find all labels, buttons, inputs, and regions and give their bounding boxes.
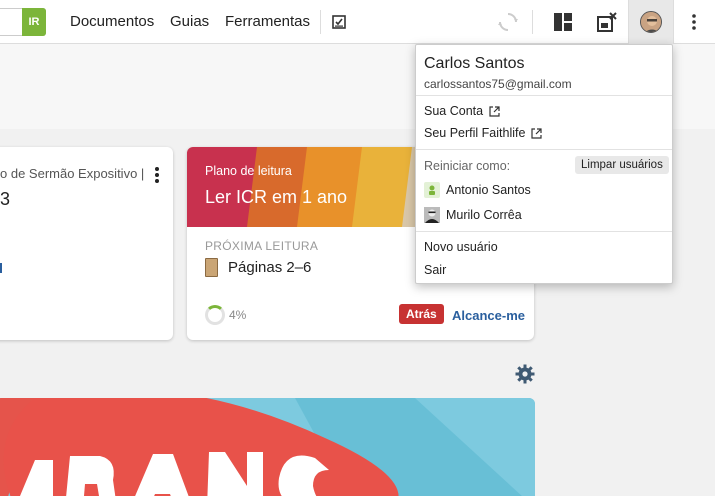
next-reading-label: PRÓXIMA LEITURA — [205, 239, 319, 253]
switch-user-label: Reiniciar como: — [424, 159, 511, 173]
catch-up-link[interactable]: Alcance-me — [452, 308, 525, 323]
behind-badge: Atrás — [399, 304, 444, 324]
user-dropdown-menu: Carlos Santos carlossantos75@gmail.com S… — [415, 44, 673, 284]
more-options-icon[interactable] — [155, 167, 159, 171]
switch-user-name: Murilo Corrêa — [446, 208, 522, 222]
left-card-link[interactable] — [0, 263, 2, 273]
menu-account-label: Sua Conta — [424, 104, 484, 118]
switch-user-name: Antonio Santos — [446, 183, 531, 197]
user-menu-button[interactable] — [628, 0, 674, 44]
menu-divider — [416, 149, 672, 150]
menu-user-name: Carlos Santos — [424, 55, 525, 72]
plan-title[interactable]: Ler ICR em 1 ano — [205, 187, 347, 208]
new-user-item[interactable]: Novo usuário — [424, 240, 498, 254]
external-link-icon — [531, 127, 543, 139]
logout-item[interactable]: Sair — [424, 263, 446, 277]
next-reading-pages[interactable]: Páginas 2–6 — [228, 259, 311, 276]
switch-user-item[interactable]: Murilo Corrêa — [424, 207, 522, 223]
settings-gear-icon[interactable] — [515, 364, 535, 389]
nav-ferramentas[interactable]: Ferramentas — [225, 13, 310, 30]
switch-user-item[interactable]: Antonio Santos — [424, 182, 531, 198]
plan-label: Plano de leitura — [205, 164, 292, 178]
menu-profile-link[interactable]: Seu Perfil Faithlife — [424, 126, 543, 140]
nav-guias[interactable]: Guias — [170, 13, 209, 30]
nav-documentos[interactable]: Documentos — [70, 13, 154, 30]
reading-plan-card-left[interactable]: o de Sermão Expositivo | Je 3 — [0, 147, 173, 340]
checklist-icon[interactable] — [330, 13, 348, 31]
featured-art-card[interactable] — [0, 398, 535, 496]
go-button[interactable]: IR — [22, 8, 46, 36]
progress-ring — [205, 305, 225, 325]
more-vert-icon[interactable] — [686, 12, 702, 32]
menu-user-email: carlossantos75@gmail.com — [424, 77, 572, 91]
card-title: o de Sermão Expositivo | Je — [0, 166, 146, 181]
top-bar: IR Documentos Guias Ferramentas — [0, 0, 715, 44]
layout-icon[interactable] — [553, 12, 573, 32]
sync-icon[interactable] — [497, 11, 519, 33]
popout-icon[interactable] — [596, 11, 618, 33]
menu-account-link[interactable]: Sua Conta — [424, 104, 500, 118]
card-count: 3 — [0, 189, 11, 209]
nav-divider — [320, 10, 321, 34]
progress-percent: 4% — [229, 308, 247, 322]
user-avatar-icon — [424, 182, 440, 198]
external-link-icon — [489, 105, 500, 117]
menu-divider — [416, 231, 672, 232]
user-avatar-icon — [424, 207, 440, 223]
user-avatar — [640, 11, 662, 33]
clear-users-button[interactable]: Limpar usuários — [575, 156, 669, 174]
book-icon — [205, 258, 218, 277]
nav-divider-2 — [532, 10, 533, 34]
menu-divider — [416, 95, 672, 96]
menu-profile-label: Seu Perfil Faithlife — [424, 126, 526, 140]
